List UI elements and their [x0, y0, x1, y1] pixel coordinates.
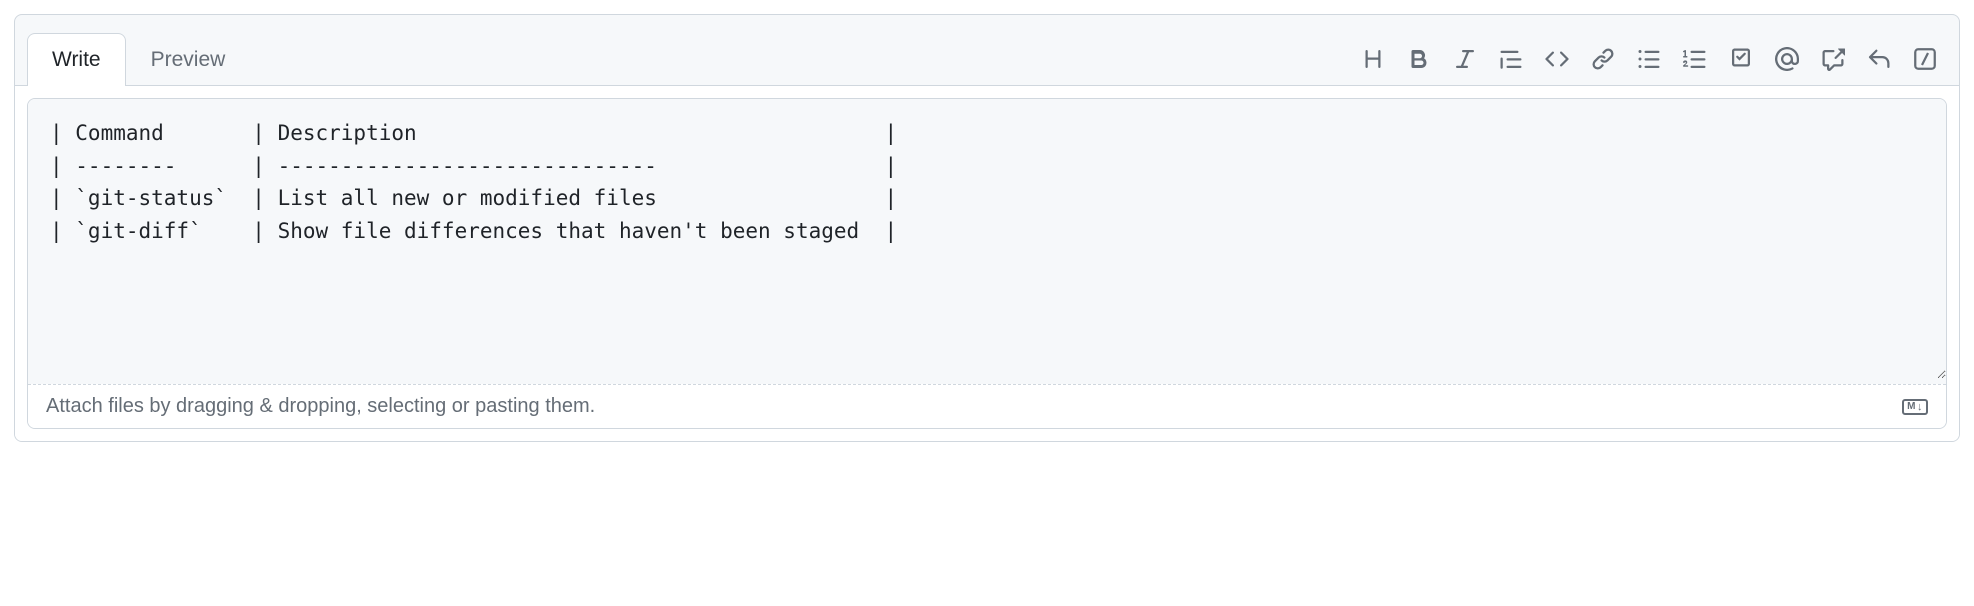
code-icon[interactable] [1545, 47, 1569, 71]
attach-hint[interactable]: Attach files by dragging & dropping, sel… [46, 395, 595, 418]
italic-icon[interactable] [1453, 47, 1477, 71]
editor-header: Write Preview [15, 15, 1959, 85]
formatting-toolbar [1361, 47, 1947, 85]
tab-write[interactable]: Write [27, 33, 126, 86]
comment-textarea[interactable] [28, 99, 1946, 379]
cross-reference-icon[interactable] [1821, 47, 1845, 71]
comment-editor: Write Preview [14, 14, 1960, 442]
editor-tabs: Write Preview [27, 32, 250, 85]
ordered-list-icon[interactable] [1683, 47, 1707, 71]
markdown-supported-icon[interactable]: M↓ [1902, 399, 1928, 415]
bold-icon[interactable] [1407, 47, 1431, 71]
tab-preview[interactable]: Preview [126, 33, 251, 86]
slash-commands-icon[interactable] [1913, 47, 1937, 71]
editor-footer: Attach files by dragging & dropping, sel… [28, 384, 1946, 428]
task-list-icon[interactable] [1729, 47, 1753, 71]
unordered-list-icon[interactable] [1637, 47, 1661, 71]
editor-body: Attach files by dragging & dropping, sel… [15, 85, 1959, 441]
mention-icon[interactable] [1775, 47, 1799, 71]
reply-icon[interactable] [1867, 47, 1891, 71]
quote-icon[interactable] [1499, 47, 1523, 71]
textarea-container: Attach files by dragging & dropping, sel… [27, 98, 1947, 429]
heading-icon[interactable] [1361, 47, 1385, 71]
link-icon[interactable] [1591, 47, 1615, 71]
